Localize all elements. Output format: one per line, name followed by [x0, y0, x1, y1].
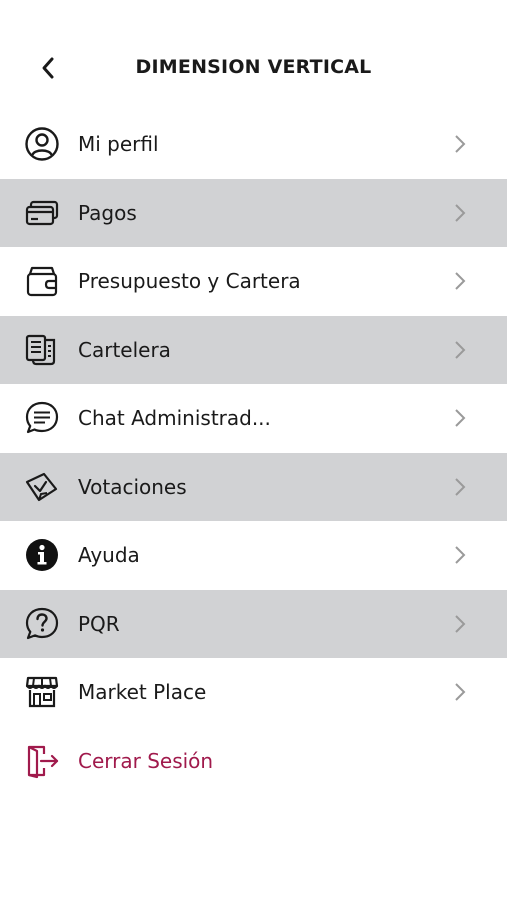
menu-item-pagos[interactable]: Pagos — [0, 178, 507, 247]
wallet-icon — [22, 261, 62, 301]
menu-item-mi-perfil[interactable]: Mi perfil — [0, 110, 507, 179]
menu-item-label: Market Place — [78, 680, 207, 705]
menu-item-label: Cartelera — [78, 337, 171, 362]
question-icon — [22, 604, 62, 644]
menu-item-label: Ayuda — [78, 543, 140, 568]
menu-item-presupuesto-cartera[interactable]: Presupuesto y Cartera — [0, 247, 507, 316]
menu-item-label: Votaciones — [78, 474, 187, 499]
user-icon — [22, 124, 62, 164]
chat-icon — [22, 398, 62, 438]
page-title: DIMENSION VERTICAL — [135, 56, 372, 78]
menu-item-ayuda[interactable]: Ayuda — [0, 521, 507, 590]
logout-label: Cerrar Sesión — [78, 748, 214, 773]
info-icon — [22, 535, 62, 575]
bulletin-icon — [22, 330, 62, 370]
chevron-right-icon — [450, 203, 470, 223]
chevron-right-icon — [450, 271, 470, 291]
logout-button[interactable]: Cerrar Sesión — [0, 727, 507, 796]
chevron-right-icon — [450, 477, 470, 497]
menu-item-chat-administrador[interactable]: Chat Administrad... — [0, 384, 507, 453]
menu-list: Mi perfil Pagos Presupuesto y Cartera Ca… — [0, 110, 507, 795]
menu-item-votaciones[interactable]: Votaciones — [0, 452, 507, 521]
menu-item-pqr[interactable]: PQR — [0, 589, 507, 658]
chevron-right-icon — [450, 682, 470, 702]
header: DIMENSION VERTICAL — [0, 0, 507, 110]
menu-item-label: Mi perfil — [78, 132, 159, 157]
menu-item-label: Presupuesto y Cartera — [78, 269, 301, 294]
menu-item-label: PQR — [78, 611, 120, 636]
chevron-right-icon — [450, 340, 470, 360]
ballot-icon — [22, 467, 62, 507]
menu-item-cartelera[interactable]: Cartelera — [0, 315, 507, 384]
menu-item-label: Pagos — [78, 200, 137, 225]
credit-card-icon — [22, 193, 62, 233]
chevron-right-icon — [450, 408, 470, 428]
chevron-right-icon — [450, 134, 470, 154]
chevron-right-icon — [450, 614, 470, 634]
menu-item-label: Chat Administrad... — [78, 406, 271, 431]
logout-icon — [22, 741, 62, 781]
chevron-right-icon — [450, 545, 470, 565]
store-icon — [22, 672, 62, 712]
menu-item-market-place[interactable]: Market Place — [0, 658, 507, 727]
